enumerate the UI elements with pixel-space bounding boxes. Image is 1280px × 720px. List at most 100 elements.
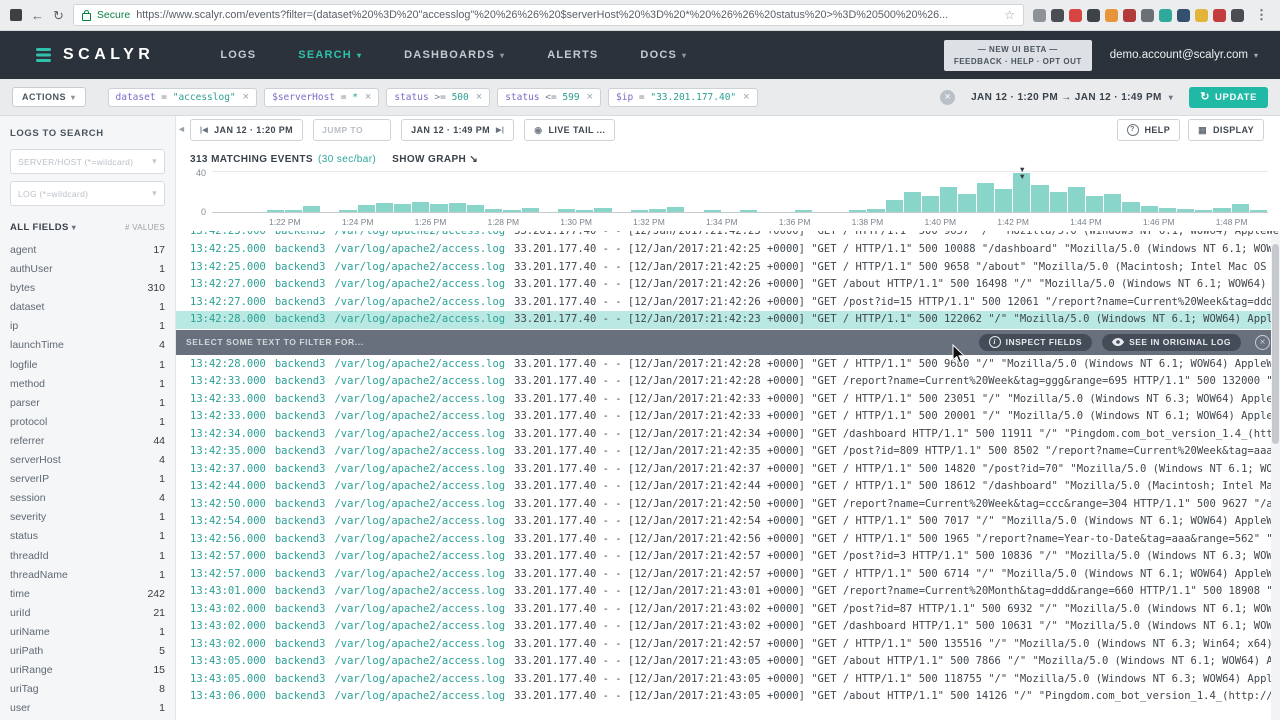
field-name[interactable]: severity: [10, 508, 46, 527]
field-name[interactable]: uriTag: [10, 680, 39, 699]
log-row[interactable]: 13:42:34.000 backend3/var/log/apache2/acc…: [176, 426, 1280, 444]
field-name[interactable]: status: [10, 527, 38, 546]
account-menu[interactable]: demo.account@scalyr.com ▾: [1110, 49, 1258, 61]
sidebar-collapse-icon[interactable]: ◄: [177, 124, 186, 134]
log-row[interactable]: 13:43:05.000 backend3/var/log/apache2/acc…: [176, 653, 1280, 671]
chip-remove-icon[interactable]: ×: [243, 92, 249, 103]
field-name[interactable]: launchTime: [10, 336, 64, 355]
nav-item-search[interactable]: SEARCH ▾: [298, 49, 362, 61]
extension-icon[interactable]: [1033, 8, 1046, 22]
field-name[interactable]: agent: [10, 241, 36, 260]
nav-item-logs[interactable]: LOGS: [220, 49, 256, 61]
extension-icon[interactable]: [1087, 8, 1100, 22]
date-range-picker[interactable]: JAN 12 · 1:20 PM → JAN 12 · 1:49 PM ▾: [963, 92, 1181, 103]
extension-icon[interactable]: [1231, 8, 1244, 22]
inspect-fields-button[interactable]: i INSPECT FIELDS: [978, 333, 1093, 351]
log-row[interactable]: 13:42:50.000 backend3/var/log/apache2/acc…: [176, 496, 1280, 514]
field-name[interactable]: logfile: [10, 356, 37, 375]
extension-icon[interactable]: [1195, 8, 1208, 22]
chip-remove-icon[interactable]: ×: [476, 92, 482, 103]
log-row[interactable]: 13:42:28.000 backend3/var/log/apache2/acc…: [176, 311, 1280, 329]
chip-remove-icon[interactable]: ×: [587, 92, 593, 103]
server-host-select[interactable]: SERVER/HOST (*=wildcard) ▾: [10, 149, 165, 174]
beta-links[interactable]: FEEDBACK · HELP · OPT OUT: [954, 57, 1082, 66]
filter-chip[interactable]: status <= 599 ×: [497, 87, 602, 107]
nav-item-docs[interactable]: DOCS ▾: [640, 49, 687, 61]
jump-to-input[interactable]: [313, 119, 392, 141]
show-graph-toggle[interactable]: SHOW GRAPH ↘: [392, 154, 478, 165]
scrollbar[interactable]: [1271, 234, 1280, 720]
log-row[interactable]: 13:42:56.000 backend3/var/log/apache2/acc…: [176, 531, 1280, 549]
display-button[interactable]: ▦ DISPLAY: [1188, 119, 1264, 141]
log-row[interactable]: 13:42:33.000 backend3/var/log/apache2/acc…: [176, 373, 1280, 391]
extension-icon[interactable]: [1159, 8, 1172, 22]
events-histogram[interactable]: ▼ ▼: [212, 166, 1268, 213]
extension-icon[interactable]: [1069, 8, 1082, 22]
log-row[interactable]: 13:42:57.000 backend3/var/log/apache2/acc…: [176, 566, 1280, 584]
chip-remove-icon[interactable]: ×: [743, 92, 749, 103]
clear-search-icon[interactable]: ×: [940, 89, 956, 105]
field-name[interactable]: referrer: [10, 432, 44, 451]
field-name[interactable]: uriRange: [10, 661, 53, 680]
extension-icon[interactable]: [1123, 8, 1136, 22]
update-button[interactable]: ↻ UPDATE: [1189, 86, 1268, 108]
field-name[interactable]: threadName: [10, 566, 68, 585]
log-row[interactable]: 13:42:25.000 backend3/var/log/apache2/acc…: [176, 241, 1280, 259]
address-bar[interactable]: Secure https://www.scalyr.com/events?fil…: [72, 4, 1024, 26]
close-icon[interactable]: ×: [1255, 334, 1270, 350]
log-row[interactable]: 13:42:27.000 backend3/var/log/apache2/acc…: [176, 294, 1280, 312]
range-start-button[interactable]: |◀ JAN 12 · 1:20 PM: [190, 119, 304, 141]
field-name[interactable]: ip: [10, 317, 18, 336]
browser-menu-icon[interactable]: ⋮: [1253, 7, 1270, 23]
help-button[interactable]: ? HELP: [1116, 119, 1181, 141]
nav-item-dashboards[interactable]: DASHBOARDS ▾: [404, 49, 505, 61]
field-name[interactable]: user: [10, 699, 30, 718]
extension-icon[interactable]: [1141, 8, 1154, 22]
log-select[interactable]: LOG (*=wildcard) ▾: [10, 181, 165, 206]
scrollbar-thumb[interactable]: [1272, 244, 1279, 444]
field-name[interactable]: authUser: [10, 260, 53, 279]
log-row[interactable]: 13:42:37.000 backend3/var/log/apache2/acc…: [176, 461, 1280, 479]
field-name[interactable]: uriName: [10, 623, 50, 642]
back-icon[interactable]: ←: [31, 9, 44, 22]
filter-chip[interactable]: dataset = "accesslog" ×: [107, 87, 258, 107]
filter-chip[interactable]: status >= 500 ×: [386, 87, 491, 107]
see-original-log-button[interactable]: SEE IN ORIGINAL LOG: [1102, 333, 1241, 351]
log-row[interactable]: 13:42:28.000 backend3/var/log/apache2/acc…: [176, 356, 1280, 374]
range-end-button[interactable]: JAN 12 · 1:49 PM ▶|: [401, 119, 515, 141]
field-name[interactable]: threadId: [10, 547, 49, 566]
field-name[interactable]: serverHost: [10, 451, 61, 470]
log-row[interactable]: 13:42:44.000 backend3/var/log/apache2/acc…: [176, 478, 1280, 496]
filter-chip[interactable]: $ip = "33.201.177.40" ×: [608, 87, 758, 107]
field-name[interactable]: dataset: [10, 298, 44, 317]
actions-button[interactable]: ACTIONS ▾: [12, 87, 86, 107]
field-name[interactable]: uriPath: [10, 642, 43, 661]
field-name[interactable]: method: [10, 375, 45, 394]
extension-icon[interactable]: [1177, 8, 1190, 22]
field-name[interactable]: parser: [10, 394, 40, 413]
log-row[interactable]: 13:42:27.000 backend3/var/log/apache2/acc…: [176, 276, 1280, 294]
extension-icon[interactable]: [1213, 8, 1226, 22]
log-row[interactable]: 13:42:57.000 backend3/var/log/apache2/acc…: [176, 548, 1280, 566]
log-row[interactable]: 13:42:35.000 backend3/var/log/apache2/acc…: [176, 443, 1280, 461]
log-row[interactable]: 13:42:23.000 backend3/var/log/apache2/acc…: [176, 231, 1280, 241]
nav-item-alerts[interactable]: ALERTS: [547, 49, 598, 61]
extension-icon[interactable]: [1105, 8, 1118, 22]
filter-chip[interactable]: $serverHost = * ×: [264, 87, 380, 107]
log-row[interactable]: 13:42:33.000 backend3/var/log/apache2/acc…: [176, 408, 1280, 426]
field-name[interactable]: bytes: [10, 279, 35, 298]
extension-icon[interactable]: [1051, 8, 1064, 22]
log-row[interactable]: 13:42:25.000 backend3/var/log/apache2/acc…: [176, 259, 1280, 277]
field-name[interactable]: protocol: [10, 413, 47, 432]
field-name[interactable]: session: [10, 489, 46, 508]
live-tail-button[interactable]: ◉ LIVE TAIL ...: [524, 119, 616, 141]
log-row[interactable]: 13:43:02.000 backend3/var/log/apache2/acc…: [176, 601, 1280, 619]
log-row[interactable]: 13:43:02.000 backend3/var/log/apache2/acc…: [176, 618, 1280, 636]
field-name[interactable]: time: [10, 585, 30, 604]
bookmark-star-icon[interactable]: ☆: [1004, 8, 1015, 22]
log-row[interactable]: 13:42:54.000 backend3/var/log/apache2/acc…: [176, 513, 1280, 531]
chip-remove-icon[interactable]: ×: [365, 92, 371, 103]
log-row[interactable]: 13:43:01.000 backend3/var/log/apache2/acc…: [176, 583, 1280, 601]
all-fields-toggle[interactable]: ALL FIELDS ▾: [10, 222, 76, 233]
reload-icon[interactable]: ↻: [53, 9, 64, 22]
